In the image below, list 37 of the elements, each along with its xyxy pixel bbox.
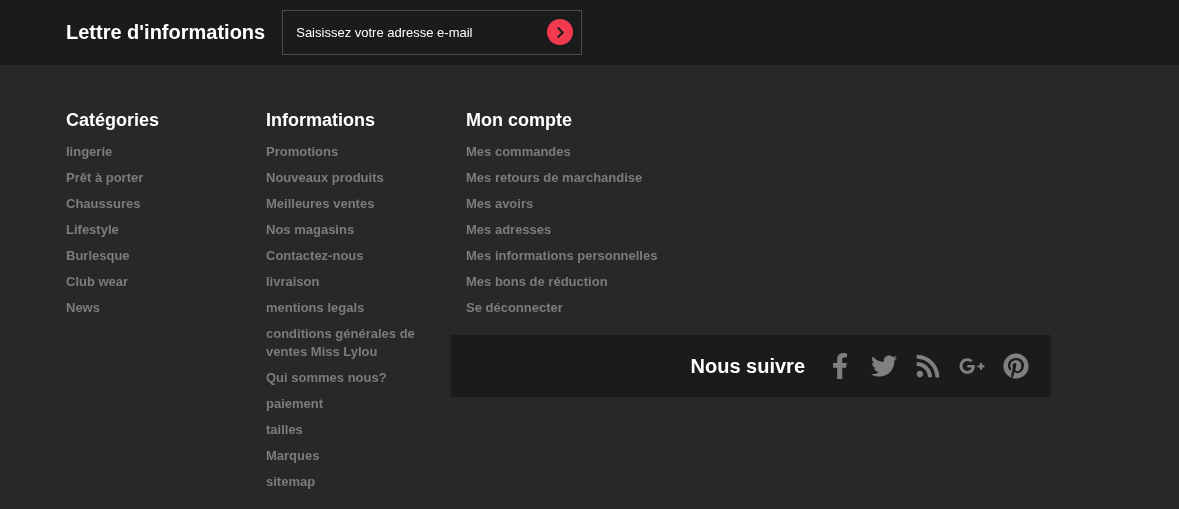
twitter-icon[interactable] [871,353,897,379]
footer-link[interactable]: Club wear [66,273,129,291]
footer-link[interactable]: Promotions [266,143,339,161]
column-heading: Mon compte [466,109,573,131]
submit-button[interactable] [547,19,574,45]
footer-link[interactable]: Lifestyle [66,221,119,239]
footer-link[interactable]: Mes avoirs [466,195,534,213]
pinterest-icon[interactable] [1003,353,1029,379]
footer-link[interactable]: Mes informations personnelles [466,247,658,265]
footer-link[interactable]: Se déconnecter [466,299,563,317]
column-heading: Informations [266,109,376,131]
footer-link[interactable]: Mes commandes [466,143,571,161]
footer-link[interactable]: Nouveaux produits [266,169,384,187]
footer-link[interactable]: lingerie [66,143,113,161]
footer-link[interactable]: Mes bons de réduction [466,273,608,291]
footer-link[interactable]: Mes retours de marchandise [466,169,643,187]
footer-link[interactable]: paiement [266,395,324,413]
footer-link[interactable]: Marques [266,447,320,465]
email-field[interactable]: Saisissez votre adresse e-mail [282,10,583,55]
footer-link[interactable]: Meilleures ventes [266,195,375,213]
footer-link[interactable]: Chaussures [66,195,141,213]
footer-link[interactable]: sitemap [266,473,316,491]
footer-link[interactable]: Prêt à porter [66,169,144,187]
footer-link[interactable]: Contactez-nous [266,247,364,265]
footer-link[interactable]: Mes adresses [466,221,552,239]
footer-link[interactable]: Burlesque [66,247,130,265]
footer-link[interactable]: Qui sommes nous? [266,369,387,387]
follow-title: Nous suivre [690,354,805,378]
rss-icon[interactable] [915,353,941,379]
footer-link[interactable]: mentions legals [266,299,365,317]
footer-link[interactable]: News [66,299,100,317]
column-heading: Catégories [66,109,161,131]
footer-link[interactable]: conditions générales de ventes Miss Lylou [266,325,441,361]
footer-link[interactable]: tailles [266,421,303,439]
footer-link[interactable]: livraison [266,273,320,291]
footer-link[interactable]: Nos magasins [266,221,355,239]
newsletter-title: Lettre d'informations [66,21,266,44]
